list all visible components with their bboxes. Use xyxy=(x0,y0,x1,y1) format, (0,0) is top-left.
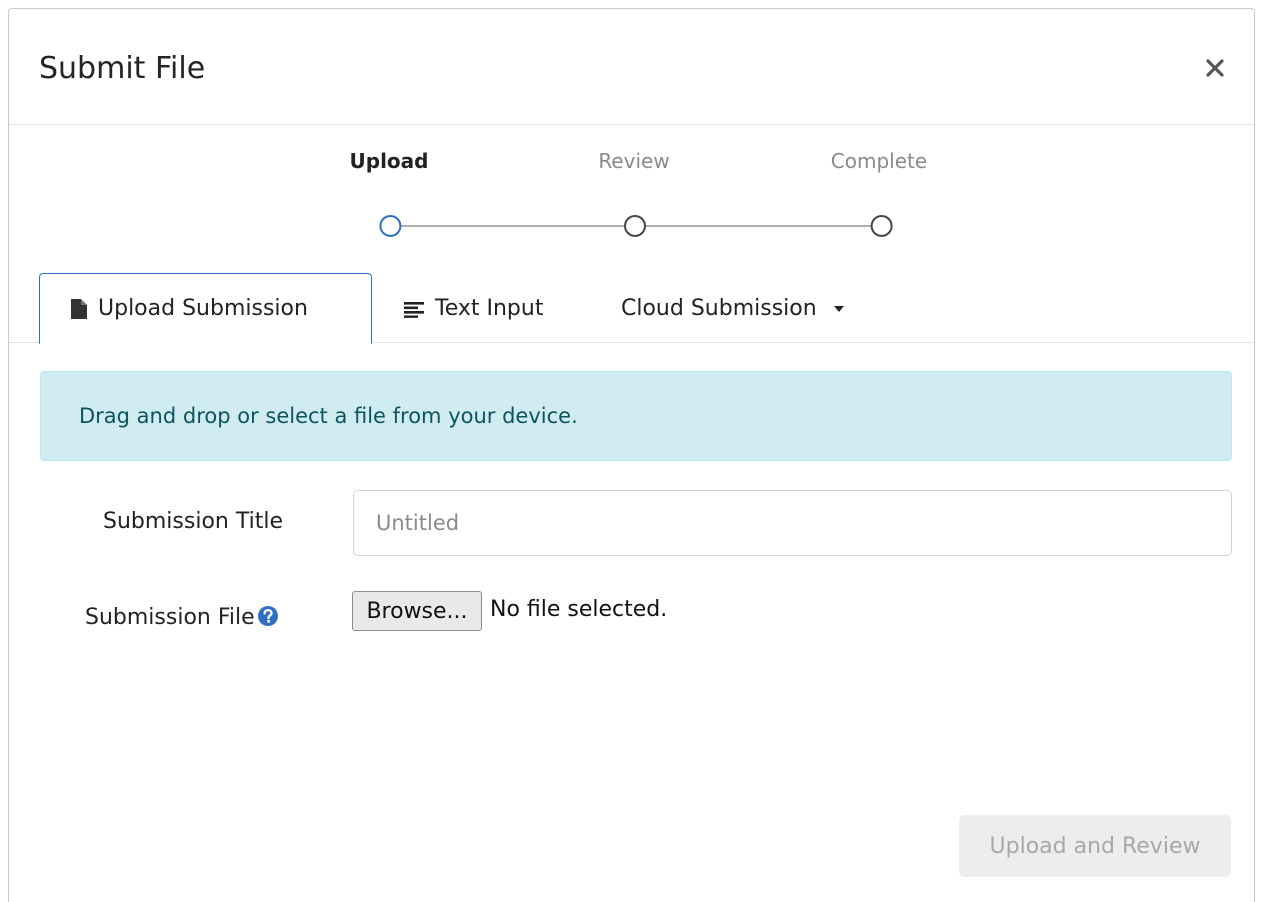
step-label-upload: Upload xyxy=(349,149,429,173)
submission-title-input[interactable] xyxy=(353,490,1232,556)
file-icon xyxy=(71,298,87,319)
submission-tabs: Upload Submission Text Input Cloud Submi… xyxy=(9,273,1254,344)
tab-label: Upload Submission xyxy=(98,296,308,321)
progress-steps: Upload Review Complete xyxy=(9,125,1254,265)
dialog-header: Submit File xyxy=(9,9,1254,125)
caret-down-icon xyxy=(833,305,844,312)
file-status-text: No file selected. xyxy=(490,597,668,622)
step-marker-review xyxy=(624,214,646,237)
tab-label: Cloud Submission xyxy=(621,296,817,321)
step-marker-upload xyxy=(379,214,402,237)
step-marker-complete xyxy=(870,214,893,237)
submit-file-dialog: Submit File Upload Review Complete Uploa… xyxy=(8,8,1255,902)
close-button[interactable] xyxy=(1202,55,1228,81)
step-label-review: Review xyxy=(598,149,670,173)
tab-text-input[interactable]: Text Input xyxy=(373,273,573,344)
tab-cloud-submission[interactable]: Cloud Submission xyxy=(591,273,875,344)
submission-title-label: Submission Title xyxy=(103,509,283,534)
step-label-complete: Complete xyxy=(830,149,928,173)
upload-and-review-button[interactable]: Upload and Review xyxy=(959,815,1231,877)
help-question-icon[interactable] xyxy=(257,605,279,627)
text-lines-icon xyxy=(404,301,424,318)
step-track xyxy=(379,214,893,237)
submission-file-label: Submission File xyxy=(85,605,279,630)
tab-label: Text Input xyxy=(435,296,544,321)
browse-button[interactable]: Browse... xyxy=(352,591,482,631)
alert-text: Drag and drop or select a file from your… xyxy=(79,404,578,428)
drop-hint-alert: Drag and drop or select a file from your… xyxy=(40,371,1232,461)
tab-upload-submission[interactable]: Upload Submission xyxy=(39,273,372,344)
submission-file-label-text: Submission File xyxy=(85,605,255,630)
dialog-title: Submit File xyxy=(39,51,206,86)
close-icon xyxy=(1206,59,1224,77)
